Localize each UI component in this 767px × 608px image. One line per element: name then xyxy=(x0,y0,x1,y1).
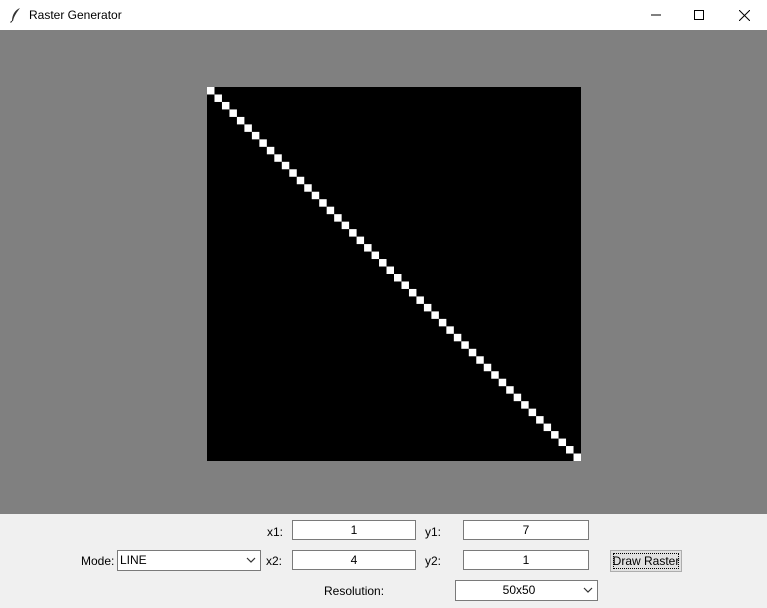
minimize-icon xyxy=(651,14,661,16)
title-bar[interactable]: Raster Generator xyxy=(0,0,767,30)
raster-pixel xyxy=(289,169,297,177)
raster-pixel xyxy=(311,191,320,200)
raster-pixel xyxy=(214,94,222,102)
raster-pixel xyxy=(476,356,484,364)
raster-pixel xyxy=(229,109,237,117)
raster-pixel xyxy=(356,236,365,245)
raster-pixel xyxy=(446,326,454,334)
control-panel: x1: 1 y1: 7 Mode: LINE x2: 4 y2: 1 Draw … xyxy=(0,514,767,608)
raster-pixel xyxy=(461,341,469,349)
x2-input[interactable]: 4 xyxy=(292,550,416,570)
raster-pixel xyxy=(528,408,537,417)
close-icon xyxy=(738,9,750,21)
raster-pixel xyxy=(513,393,522,402)
app-window: Raster Generator x1: 1 y1: 7 Mode: LINE … xyxy=(0,0,767,608)
resolution-select-value: 50x50 xyxy=(502,583,536,597)
maximize-button[interactable] xyxy=(676,0,722,30)
draw-raster-button[interactable]: Draw Raster xyxy=(610,550,682,572)
mode-select-value: LINE xyxy=(120,553,147,567)
raster-pixel xyxy=(251,131,260,140)
raster-pixel xyxy=(266,146,275,155)
raster-pixel xyxy=(558,438,567,447)
raster-pixel xyxy=(566,446,574,454)
raster-pixel xyxy=(431,311,439,319)
close-button[interactable] xyxy=(721,0,767,30)
y1-input[interactable]: 7 xyxy=(463,520,589,540)
raster-pixel xyxy=(573,453,581,461)
raster-pixel xyxy=(259,139,267,147)
raster-pixel xyxy=(521,401,529,409)
feather-icon xyxy=(9,7,23,23)
raster-pixel xyxy=(438,318,447,327)
raster-pixel xyxy=(394,274,402,282)
raster-pixel xyxy=(296,176,305,185)
mode-select[interactable]: LINE xyxy=(117,550,261,571)
raster-pixel xyxy=(543,423,552,432)
raster-pixel xyxy=(244,124,252,132)
raster-pixel xyxy=(274,154,282,162)
raster-pixel xyxy=(408,288,417,297)
raster-pixel xyxy=(349,229,357,237)
raster-pixel xyxy=(491,371,499,379)
raster-pixel xyxy=(341,221,350,230)
raster-pixel xyxy=(453,333,462,342)
raster-pixel xyxy=(304,184,312,192)
y1-label: y1: xyxy=(425,525,442,539)
raster-pixel xyxy=(468,348,477,357)
maximize-icon xyxy=(694,10,704,20)
raster-pixel xyxy=(536,416,544,424)
raster-pixel xyxy=(364,244,372,252)
raster-pixel xyxy=(221,101,230,110)
raster-pixel xyxy=(423,303,432,312)
chevron-down-icon xyxy=(583,587,593,593)
raster-pixel xyxy=(379,259,387,267)
raster-canvas[interactable] xyxy=(207,87,581,461)
x1-input[interactable]: 1 xyxy=(292,520,416,540)
raster-pixel xyxy=(334,214,342,222)
resolution-select[interactable]: 50x50 xyxy=(455,580,598,601)
raster-pixel xyxy=(551,431,559,439)
y2-label: y2: xyxy=(425,554,442,568)
raster-pixel xyxy=(483,363,492,372)
raster-pixel xyxy=(401,281,409,289)
raster-pixel xyxy=(326,206,335,215)
minimize-button[interactable] xyxy=(633,0,679,30)
canvas-area xyxy=(0,30,767,514)
chevron-down-icon xyxy=(246,557,256,563)
raster-pixel xyxy=(207,87,215,95)
window-title: Raster Generator xyxy=(29,8,122,22)
x2-label: x2: xyxy=(266,554,283,568)
raster-pixel xyxy=(236,116,245,125)
raster-pixel xyxy=(319,199,327,207)
y2-input[interactable]: 1 xyxy=(463,550,589,570)
raster-pixel xyxy=(416,296,424,304)
raster-grid xyxy=(207,87,581,461)
raster-pixel xyxy=(506,386,514,394)
resolution-label: Resolution: xyxy=(324,584,385,598)
raster-pixel xyxy=(371,251,380,260)
raster-pixel xyxy=(386,266,394,274)
mode-label: Mode: xyxy=(81,554,115,568)
raster-pixel xyxy=(281,161,290,170)
raster-pixel xyxy=(498,378,507,387)
x1-label: x1: xyxy=(267,525,284,539)
